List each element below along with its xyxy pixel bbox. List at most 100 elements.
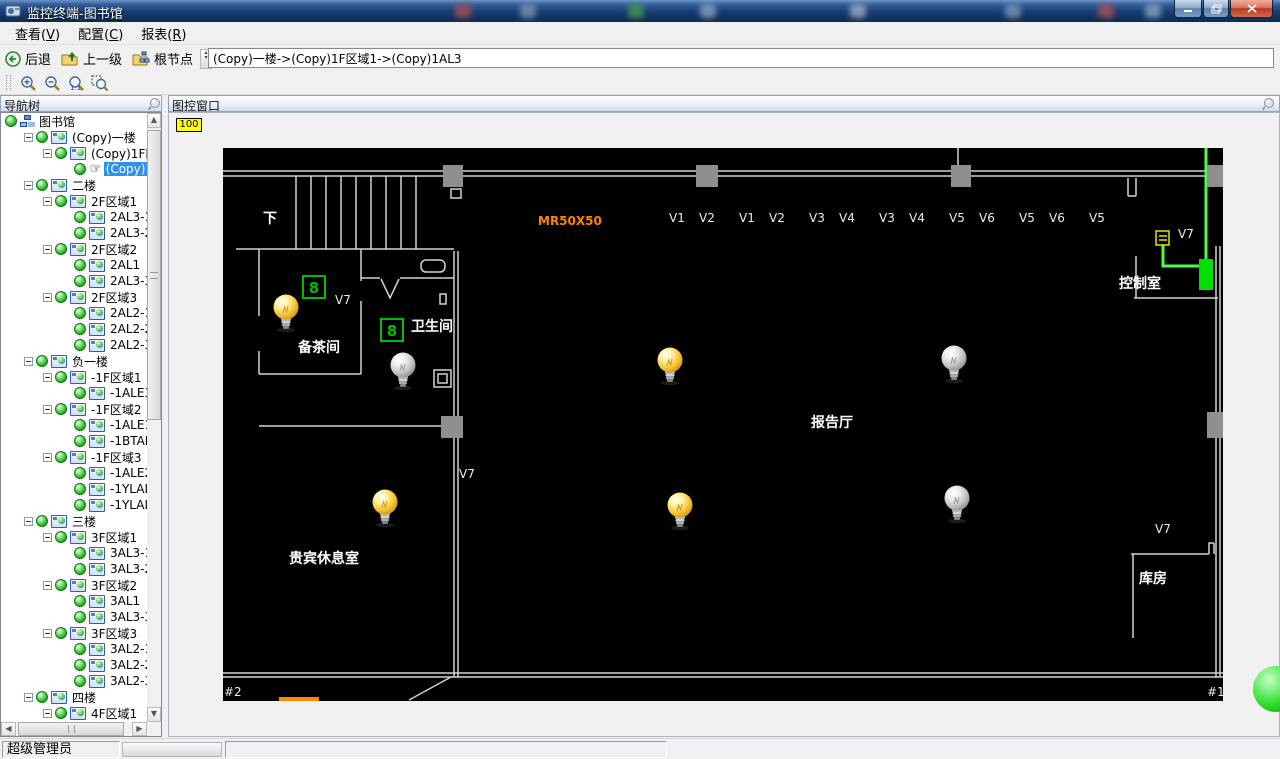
expander-icon[interactable] (43, 292, 52, 302)
expander-icon[interactable] (24, 516, 33, 526)
junction-box[interactable] (1207, 165, 1223, 187)
tree-node[interactable]: -1YLAL2 (2, 497, 148, 513)
tree-node[interactable]: 2F区域1 (2, 193, 148, 209)
maximize-button[interactable] (1203, 0, 1229, 18)
tree-node[interactable]: 2AL2-1 (2, 305, 148, 321)
tree-node[interactable]: 2AL2-3 (2, 337, 148, 353)
zoom-out-button[interactable] (40, 73, 64, 93)
tree-vscrollbar[interactable]: ▲ ▼ (147, 113, 161, 722)
bulb-on-icon[interactable] (273, 294, 299, 333)
tree-node[interactable]: 3AL1 (2, 593, 148, 609)
junction-box[interactable] (951, 165, 971, 187)
bulb-on-icon[interactable] (657, 347, 683, 386)
tree-node[interactable]: 三楼 (2, 513, 148, 529)
tree-node[interactable]: -1F区域1 (2, 369, 148, 385)
expander-icon[interactable] (43, 532, 52, 542)
scroll-up-button[interactable]: ▲ (147, 113, 161, 128)
pin-icon[interactable] (147, 97, 161, 111)
tree-node[interactable]: -1ALE3 (2, 385, 148, 401)
expander-icon[interactable] (43, 580, 52, 590)
tree-node[interactable]: (Copy)一楼 (2, 129, 148, 145)
expander-icon[interactable] (43, 404, 52, 414)
tree-hscrollbar[interactable]: ◀ ▶ (1, 722, 161, 736)
menu-item-C[interactable]: 配置(C) (69, 22, 132, 45)
tree-node[interactable]: 四楼 (2, 689, 148, 705)
scroll-right-button[interactable]: ▶ (132, 722, 147, 736)
junction-box[interactable] (696, 165, 718, 187)
expander-icon[interactable] (43, 244, 52, 254)
expander-icon[interactable] (43, 196, 52, 206)
tree-node[interactable]: 2AL3-1 (2, 209, 148, 225)
tree-node[interactable]: 3F区域2 (2, 577, 148, 593)
bulb-on-icon[interactable] (667, 492, 693, 531)
bulb-on-icon[interactable] (372, 489, 398, 528)
address-bar-input[interactable] (208, 48, 1274, 68)
tree-node[interactable]: 2AL3-2 (2, 225, 148, 241)
tree-node[interactable]: 3AL3-2 (2, 561, 148, 577)
pin-icon[interactable] (1261, 97, 1275, 111)
tree-node[interactable]: 2F区域3 (2, 289, 148, 305)
tree-node[interactable]: -1F区域2 (2, 401, 148, 417)
expander-icon[interactable] (24, 180, 33, 190)
tree-node[interactable]: 负一楼 (2, 353, 148, 369)
bulb-off-icon[interactable] (941, 345, 967, 384)
tree-node[interactable]: 2AL2-2 (2, 321, 148, 337)
scroll-left-button[interactable]: ◀ (1, 722, 16, 736)
tree-node[interactable]: 3AL3-1 (2, 545, 148, 561)
switch-icon[interactable] (1155, 230, 1170, 246)
menu-item-R[interactable]: 报表(R) (132, 22, 195, 45)
up-level-button[interactable]: 上一级 (56, 47, 127, 70)
sensor-icon[interactable]: 8 (380, 318, 404, 342)
tree-node[interactable]: (Copy)1F区域1 (2, 145, 148, 161)
bulb-off-icon[interactable] (390, 352, 416, 391)
tree-node[interactable]: 4F区域1 (2, 705, 148, 721)
tree-node[interactable]: -1ALE2 (2, 465, 148, 481)
control-device[interactable] (1199, 259, 1213, 290)
tree-node[interactable]: ☞(Copy)1AL3 (2, 161, 148, 177)
tree-node[interactable]: 2AL1 (2, 257, 148, 273)
minimize-button[interactable] (1174, 0, 1202, 18)
expander-icon[interactable] (43, 708, 52, 718)
back-button[interactable]: 后退 (0, 47, 56, 70)
expander-icon[interactable] (43, 628, 52, 638)
expander-icon[interactable] (43, 372, 52, 382)
menu-item-V[interactable]: 查看(V) (6, 22, 69, 45)
zoom-in-button[interactable] (16, 73, 40, 93)
tree-node[interactable]: 3AL2-1 (2, 641, 148, 657)
title-bar[interactable]: 监控终端-图书馆 (0, 0, 1280, 22)
bulb-off-icon[interactable] (944, 485, 970, 524)
junction-box[interactable] (1207, 412, 1223, 438)
tree-node[interactable]: 3AL3-3 (2, 609, 148, 625)
tree-node[interactable]: -1ALE1 (2, 417, 148, 433)
toolbar-grip[interactable] (6, 75, 11, 91)
zoom-fit-button[interactable] (88, 73, 112, 93)
scroll-down-button[interactable]: ▼ (147, 707, 161, 722)
hscroll-thumb[interactable] (18, 722, 124, 736)
expander-icon[interactable] (24, 132, 33, 142)
tree-node[interactable]: -1BTAL (2, 433, 148, 449)
expander-icon[interactable] (24, 692, 33, 702)
tree-node-label: 2AL2-2 (110, 322, 148, 336)
expander-icon[interactable] (43, 148, 52, 158)
close-button[interactable] (1230, 0, 1273, 18)
tree-node[interactable]: 2AL3-3 (2, 273, 148, 289)
zoom-actual-button[interactable]: 1:1 (64, 73, 88, 93)
scene-icon (89, 498, 105, 512)
tree-node[interactable]: -1F区域3 (2, 449, 148, 465)
tree-node[interactable]: 3AL2-3 (2, 673, 148, 689)
tree-node[interactable]: -1YLAL1 (2, 481, 148, 497)
tree-node[interactable]: 3F区域3 (2, 625, 148, 641)
tree-node[interactable]: 图书馆 (2, 113, 148, 129)
tree-node[interactable]: 3F区域1 (2, 529, 148, 545)
junction-box[interactable] (443, 165, 463, 187)
junction-box[interactable] (441, 416, 463, 438)
expander-icon[interactable] (43, 452, 52, 462)
tree-node[interactable]: 二楼 (2, 177, 148, 193)
root-node-button[interactable]: 根节点 (127, 47, 198, 70)
tree-node[interactable]: 2F区域2 (2, 241, 148, 257)
floor-plan-canvas[interactable]: V1 V2 V1 V2 V3 V4 V3 V4 V5 V6 V5 V6 V5 V7 V7 V7 V7 8 8 下 M… (223, 148, 1225, 701)
sensor-icon[interactable]: 8 (302, 275, 326, 299)
expander-icon[interactable] (24, 356, 33, 366)
vscroll-thumb[interactable] (147, 130, 161, 420)
tree-node[interactable]: 3AL2-2 (2, 657, 148, 673)
